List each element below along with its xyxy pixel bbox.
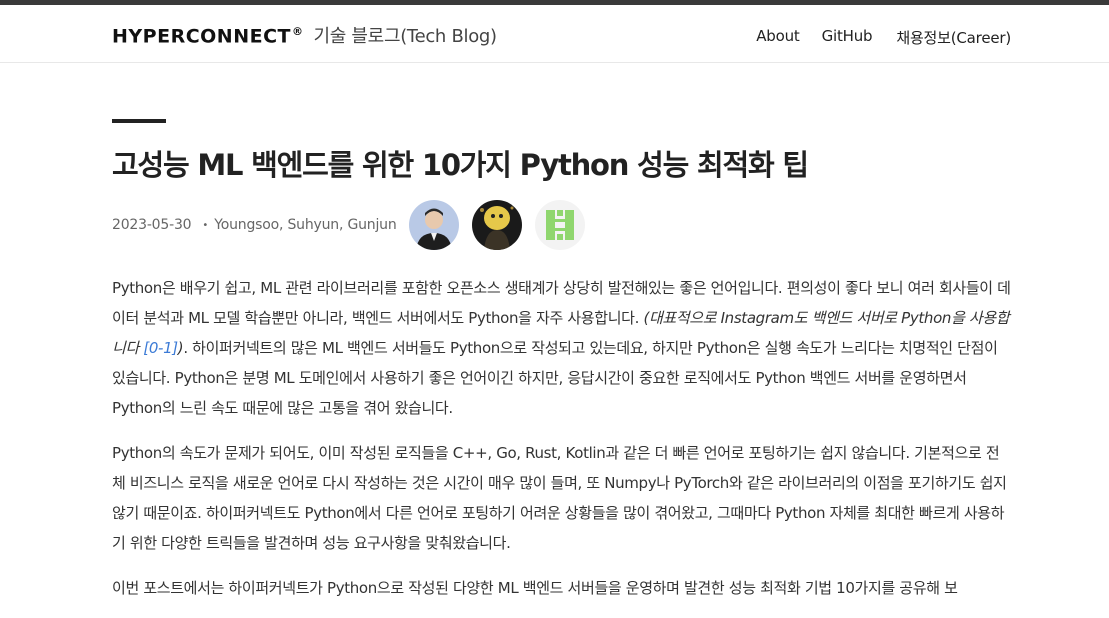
post-title: 고성능 ML 백엔드를 위한 10가지 Python 성능 최적화 팁 <box>112 148 809 182</box>
post-date: 2023-05-30 <box>112 217 192 233</box>
nav-github-link[interactable]: GitHub <box>822 27 873 48</box>
author-photo-icon <box>408 200 459 250</box>
post-content: 고성능 ML 백엔드를 위한 10가지 Python 성능 최적화 팁 2023… <box>112 119 1012 618</box>
site-header: HYPERCONNECT® 기술 블로그(Tech Blog) About Gi… <box>0 5 1109 63</box>
paragraph-3: 이번 포스트에서는 하이퍼커넥트가 Python으로 작성된 다양한 ML 백엔… <box>112 579 958 597</box>
main-nav: About GitHub 채용정보(Career) <box>734 27 1011 48</box>
blog-name[interactable]: 기술 블로그(Tech Blog) <box>313 22 497 48</box>
reference-link-0-1[interactable]: [0-1] <box>143 339 178 357</box>
title-divider <box>112 119 166 123</box>
nav-about-link[interactable]: About <box>756 27 800 48</box>
author-avatar-gunjun[interactable] <box>534 200 585 250</box>
hyperconnect-logo[interactable]: HYPERCONNECT® <box>112 25 303 47</box>
post-meta: 2023-05-30 • Youngsoo, Suhyun, Gunjun <box>112 199 1012 251</box>
post-authors: Youngsoo, Suhyun, Gunjun <box>214 217 397 233</box>
author-avatar-suhyun[interactable] <box>471 200 522 250</box>
paragraph-2: Python의 속도가 문제가 되어도, 이미 작성된 로직들을 C++, Go… <box>112 444 1007 552</box>
brand[interactable]: HYPERCONNECT® 기술 블로그(Tech Blog) <box>112 22 497 48</box>
author-avatar-youngsoo[interactable] <box>408 200 459 250</box>
author-avatars <box>408 200 585 250</box>
author-photo-icon <box>471 200 522 250</box>
paragraph-1: Python은 배우기 쉽고, ML 관련 라이브러리를 포함한 오픈소스 생태… <box>112 279 1011 417</box>
identicon-icon <box>534 200 585 250</box>
nav-career-link[interactable]: 채용정보(Career) <box>896 27 1011 48</box>
meta-separator: • <box>202 219 209 231</box>
article-body: Python은 배우기 쉽고, ML 관련 라이브러리를 포함한 오픈소스 생태… <box>112 273 1012 603</box>
